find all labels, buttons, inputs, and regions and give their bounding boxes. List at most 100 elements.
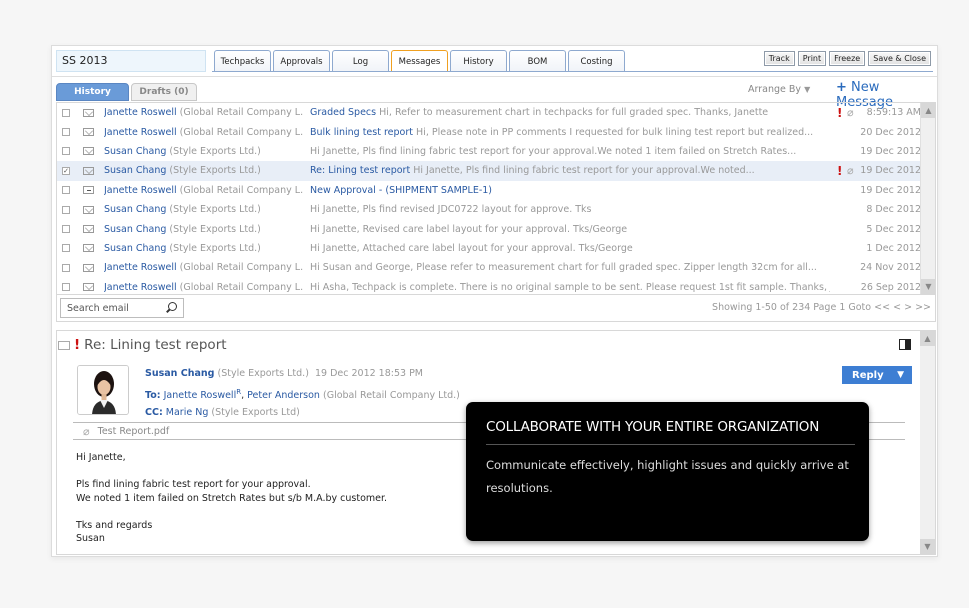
first-page-link[interactable]: << [874,302,890,313]
save-close-button[interactable]: Save & Close [868,51,931,66]
scroll-down-icon[interactable]: ▼ [921,279,935,294]
email-row[interactable]: Susan Chang (Style Exports Ltd.) Hi Janet… [57,219,921,238]
row-checkbox[interactable] [62,128,70,137]
email-date: 8:59:13 AM [866,107,921,119]
row-checkbox[interactable] [62,108,70,117]
email-row[interactable]: Janette Roswell (Global Retail Company L… [57,181,921,200]
message-snippet: Graded Specs Hi, Refer to measurement ch… [310,107,830,118]
scroll-down-icon[interactable]: ▼ [920,539,935,554]
freeze-button[interactable]: Freeze [829,51,866,66]
callout-text: Communicate effectively, highlight issue… [486,458,849,495]
season-field[interactable]: SS 2013 [56,50,206,72]
next-page-link[interactable]: > [904,302,912,313]
email-row[interactable]: ✓ Susan Chang (Style Exports Ltd.) Re: Lin… [57,161,921,181]
sender: Susan Chang (Style Exports Ltd.) [104,165,304,176]
prev-page-link[interactable]: < [893,302,901,313]
sender: Susan Chang (Style Exports Ltd.) [104,146,304,157]
envelope-icon [83,128,94,137]
reading-scrollbar[interactable]: ▲ ▼ [920,331,935,554]
email-preview: Hi Janette, Attached care label layout f… [310,242,633,254]
tab-techpacks[interactable]: Techpacks [214,50,271,72]
row-checkbox[interactable] [62,186,70,195]
last-page-link[interactable]: >> [915,302,931,313]
sender: Susan Chang (Style Exports Ltd.) [104,243,304,254]
email-subject: New Approval - (SHIPMENT SAMPLE-1) [310,184,493,196]
pager-summary: Showing 1-50 of 234 Page 1 Goto [712,302,872,313]
row-checkbox[interactable] [62,283,70,292]
search-icon[interactable] [168,302,177,311]
arrange-by-label: Arrange By [748,84,802,95]
subtab-history[interactable]: History [56,83,129,101]
to-line: To: Janette RoswellR, Peter Anderson (Gl… [145,388,460,402]
email-preview: Hi Janette, Revised care label layout fo… [310,223,628,235]
paperclip-icon: ⌀ [83,424,90,438]
email-list: Janette Roswell (Global Retail Company L… [56,102,936,295]
cc-line: CC: Marie Ng (Style Exports Ltd) [145,407,300,418]
scroll-up-icon[interactable]: ▲ [920,331,935,346]
email-row[interactable]: Janette Roswell (Global Retail Company L… [57,122,921,141]
email-date: 19 Dec 2012 [860,145,921,157]
email-date: 8 Dec 2012 [866,204,921,216]
reply-dropdown-icon[interactable]: ▼ [897,370,904,380]
tab-underline [212,71,933,72]
tab-approvals[interactable]: Approvals [273,50,330,72]
subtab-drafts[interactable]: Drafts (0) [131,83,197,101]
email-row[interactable]: Janette Roswell (Global Retail Company L… [57,103,921,122]
body-line [76,505,387,519]
scroll-up-icon[interactable]: ▲ [921,103,935,118]
search-input[interactable]: Search email [60,298,184,318]
email-date: 24 Nov 2012 [860,262,921,274]
email-row[interactable]: Susan Chang (Style Exports Ltd.) Hi Janet… [57,239,921,258]
row-checkbox[interactable] [62,205,70,214]
tab-log[interactable]: Log [332,50,389,72]
print-button[interactable]: Print [797,51,827,66]
row-checkbox[interactable] [62,225,70,234]
email-row[interactable]: Susan Chang (Style Exports Ltd.) Hi Janet… [57,142,921,161]
envelope-icon [83,108,94,117]
tab-bom[interactable]: BOM [509,50,566,72]
cc-org: (Style Exports Ltd) [211,407,300,418]
email-row[interactable]: Janette Roswell (Global Retail Company L… [57,258,921,277]
row-checkbox[interactable] [62,263,70,272]
pager: Showing 1-50 of 234 Page 1 Goto << < > >… [712,302,931,313]
body-line: We noted 1 item failed on Stretch Rates … [76,492,388,504]
sender-org: (Style Exports Ltd.) [217,368,309,379]
email-row[interactable]: Janette Roswell (Global Retail Company L… [57,278,921,294]
email-subject: Re: Lining test report [310,165,411,177]
row-checkbox[interactable] [62,147,70,156]
message-snippet: New Approval - (SHIPMENT SAMPLE-1) [310,185,830,196]
attachment-link[interactable]: Test Report.pdf [98,426,170,437]
list-scrollbar[interactable]: ▲ ▼ [920,103,935,294]
tab-messages[interactable]: Messages [391,50,448,72]
recipient-link[interactable]: Peter Anderson [247,390,320,401]
reply-button[interactable]: Reply ▼ [842,366,912,384]
arrange-by-dropdown[interactable]: Arrange By ▼ [748,84,810,95]
recipient-link[interactable]: Janette Roswell [164,390,237,401]
tab-history[interactable]: History [450,50,507,72]
body-line: Pls find lining fabric test report for y… [76,479,311,490]
sender-org: (Style Exports Ltd.) [169,223,261,235]
reply-label: Reply [852,369,884,381]
track-button[interactable]: Track [763,51,795,66]
message-snippet: Hi Susan and George, Please refer to mea… [310,262,830,273]
envelope-icon [83,205,94,214]
callout-divider [486,444,855,445]
sender-name: Janette Roswell [104,184,177,196]
envelope-icon [58,340,70,350]
message-snippet: Hi Janette, Attached care label layout f… [310,243,830,254]
email-row[interactable]: Susan Chang (Style Exports Ltd.) Hi Janet… [57,200,921,219]
cc-recipient-link[interactable]: Marie Ng [166,407,209,418]
sender-name: Susan Chang [104,223,167,235]
row-checkbox[interactable] [62,244,70,253]
important-icon: ! [74,337,81,353]
email-date: 26 Sep 2012 [860,281,921,293]
sender-name[interactable]: Susan Chang [145,368,214,379]
tab-costing[interactable]: Costing [568,50,625,72]
popout-icon[interactable] [899,339,911,350]
main-tabs: Techpacks Approvals Log Messages History… [214,50,627,72]
sender: Janette Roswell (Global Retail Company L… [104,107,304,118]
row-checkbox[interactable]: ✓ [62,166,70,175]
email-date: 5 Dec 2012 [866,223,921,235]
envelope-icon [83,283,94,292]
message-subject: Re: Lining test report [84,337,227,353]
